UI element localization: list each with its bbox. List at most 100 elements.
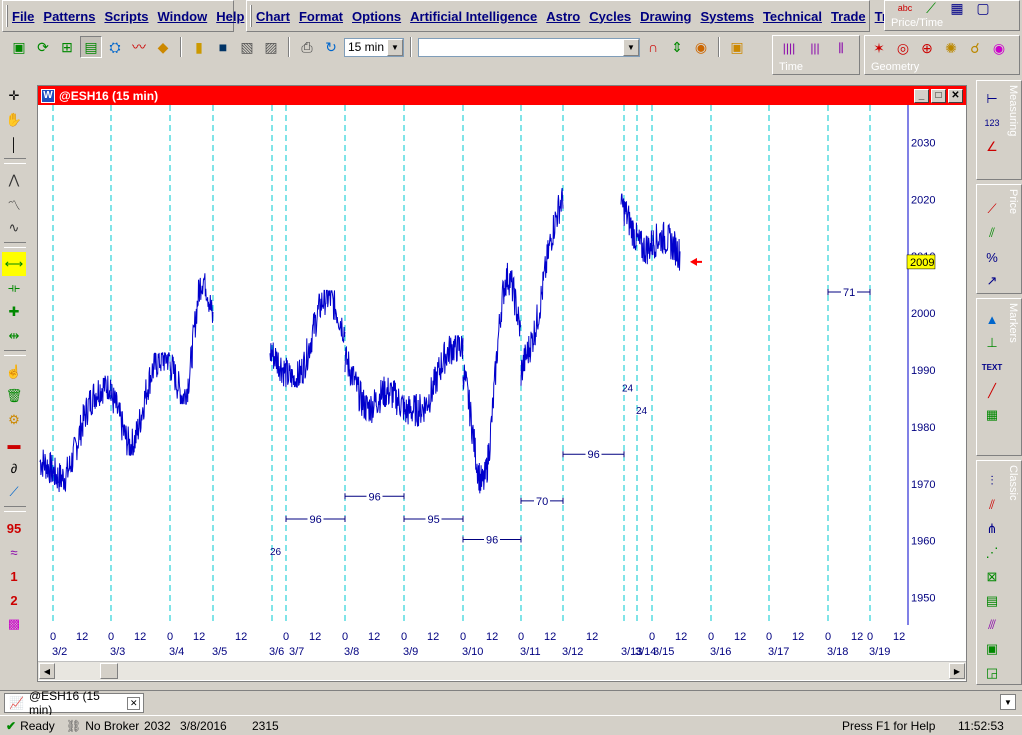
chevron-down-icon[interactable]: ▼ — [1000, 694, 1016, 710]
minimize-button[interactable]: _ — [914, 88, 929, 103]
magnet-icon[interactable]: ∩ — [642, 36, 664, 58]
menu-chart[interactable]: Chart — [256, 9, 290, 24]
price-time-ratio-icon[interactable]: ⟋ — [921, 0, 941, 18]
parallel-lines-icon[interactable]: ⫻ — [981, 615, 1003, 635]
ellipse-icon[interactable]: ⊕ — [917, 38, 937, 58]
grid-box-icon[interactable]: ⊠ — [981, 567, 1003, 587]
price-chart[interactable]: 2030202020102000199019801970196019502009… — [38, 105, 966, 661]
line-marker-icon[interactable]: ╱ — [981, 381, 1003, 401]
pattern-icon[interactable]: ◆ — [152, 36, 174, 58]
price-up-icon[interactable]: ⟋ — [981, 199, 1003, 219]
spiral-icon[interactable]: ☌ — [965, 38, 985, 58]
maximize-button[interactable]: □ — [931, 88, 946, 103]
templates-icon[interactable]: ⛭ — [104, 36, 126, 58]
swing-icon[interactable]: ⋀ — [2, 168, 26, 192]
curve-icon[interactable]: ∿ — [2, 216, 26, 240]
circle-target-icon[interactable]: ◎ — [893, 38, 913, 58]
add-chart-icon[interactable]: ⊞ — [56, 36, 78, 58]
bar-marker-icon[interactable]: ⊥ — [981, 333, 1003, 353]
chart-title-bar[interactable]: W @ESH16 (15 min) _ □ ✕ — [38, 86, 966, 105]
measure-angle-icon[interactable]: ∠ — [981, 137, 1003, 157]
save-icon[interactable]: ■ — [212, 36, 234, 58]
horizontal-scrollbar[interactable]: ◀ ▶ — [38, 661, 966, 680]
square-icon[interactable]: ▢ — [973, 0, 993, 18]
eye-icon[interactable]: ◉ — [690, 36, 712, 58]
menu-systems[interactable]: Systems — [700, 9, 753, 24]
square-nested-icon[interactable]: ▣ — [981, 639, 1003, 659]
pointer-hand-icon[interactable]: ☝ — [2, 360, 26, 384]
save-all-icon[interactable]: ▧ — [236, 36, 258, 58]
export-icon[interactable]: ▨ — [260, 36, 282, 58]
menu-window[interactable]: Window — [158, 9, 208, 24]
menu-file[interactable]: File — [12, 9, 34, 24]
menu-trade[interactable]: Trade — [831, 9, 866, 24]
symbol-select[interactable]: ▼ — [418, 37, 640, 57]
range-icon[interactable]: ⟷ — [2, 252, 26, 276]
menu-scripts[interactable]: Scripts — [104, 9, 148, 24]
time-fib-icon[interactable]: ||| — [805, 38, 825, 58]
pitchfork-icon[interactable]: ⋔ — [981, 519, 1003, 539]
measure-price-icon[interactable]: ⊢ — [981, 89, 1003, 109]
chart-icon[interactable]: ▩ — [2, 612, 26, 636]
scroll-right-icon[interactable]: ▶ — [949, 663, 965, 679]
trash-icon[interactable]: 🗑 — [2, 384, 26, 408]
spiral-box-icon[interactable]: ◲ — [981, 663, 1003, 683]
price-projection-icon[interactable]: ↗ — [981, 271, 1003, 291]
abc-wave-icon[interactable]: abc — [895, 0, 915, 18]
gann-box-icon[interactable]: ▤ — [981, 591, 1003, 611]
wheel-icon[interactable]: ✺ — [941, 38, 961, 58]
menu-format[interactable]: Format — [299, 9, 343, 24]
hand-icon[interactable]: ✋ — [2, 108, 26, 132]
text-marker-icon[interactable]: TEXT — [981, 357, 1003, 377]
chevron-down-icon[interactable]: ▼ — [623, 38, 639, 56]
document-tab[interactable]: 📈 @ESH16 (15 min) ✕ — [4, 689, 144, 717]
menu-options[interactable]: Options — [352, 9, 401, 24]
gann-fan-icon[interactable]: ✶ — [869, 38, 889, 58]
scroll-thumb[interactable] — [100, 663, 118, 679]
menu-patterns[interactable]: Patterns — [43, 9, 95, 24]
wave-icon[interactable]: ≈ — [2, 540, 26, 564]
chart-data-icon[interactable]: ▤ — [80, 36, 102, 58]
undo-icon[interactable]: ↻ — [320, 36, 342, 58]
toolbar-grip[interactable] — [250, 5, 252, 27]
price-band-icon[interactable]: ⫽ — [981, 223, 1003, 243]
time-cycles-icon[interactable]: |||| — [779, 38, 799, 58]
andrews-fork-icon[interactable]: ⫶ — [981, 471, 1003, 491]
refresh-icon[interactable]: ⟳ — [32, 36, 54, 58]
expand-icon[interactable]: ⇹ — [2, 324, 26, 348]
indicator-icon[interactable]: 〰 — [128, 36, 150, 58]
time-zones-icon[interactable]: ⫼ — [831, 38, 851, 58]
concentric-circles-icon[interactable]: ◉ — [989, 38, 1009, 58]
new-chart-icon[interactable]: ▣ — [8, 36, 30, 58]
box-marker-icon[interactable]: ▦ — [981, 405, 1003, 425]
tools-icon[interactable]: ⚙ — [2, 408, 26, 432]
channel-icon[interactable]: ⫽ — [981, 495, 1003, 515]
fan-icon[interactable]: ⋰ — [981, 543, 1003, 563]
menu-help[interactable]: Help — [216, 9, 244, 24]
lasso-icon[interactable]: ∂ — [2, 456, 26, 480]
arrow-marker-icon[interactable]: ▲ — [981, 309, 1003, 329]
grid-icon[interactable]: ▦ — [947, 0, 967, 18]
fib-2-button[interactable]: 2 — [2, 588, 26, 612]
marker-icon[interactable]: ✚ — [2, 300, 26, 324]
percent-icon[interactable]: % — [981, 247, 1003, 267]
menu-cycles[interactable]: Cycles — [589, 9, 631, 24]
menu-artificial-intelligence[interactable]: Artificial Intelligence — [410, 9, 537, 24]
print-icon[interactable]: ⎙ — [296, 36, 318, 58]
fib-95-button[interactable]: 95 — [2, 516, 26, 540]
scroll-left-icon[interactable]: ◀ — [39, 663, 55, 679]
measure-bars-icon[interactable]: 123 — [981, 113, 1003, 133]
ruler-icon[interactable]: ⟋ — [2, 480, 26, 504]
vertical-line-icon[interactable]: │ — [2, 132, 26, 156]
toolbar-grip[interactable] — [6, 5, 8, 27]
truck-icon[interactable]: ▬ — [2, 432, 26, 456]
layout-icon[interactable]: ▣ — [726, 36, 748, 58]
up-down-arrow-icon[interactable]: ⇕ — [666, 36, 688, 58]
close-button[interactable]: ✕ — [948, 88, 963, 103]
menu-technical[interactable]: Technical — [763, 9, 822, 24]
crosshair-icon[interactable]: ✛ — [2, 84, 26, 108]
zigzag-icon[interactable]: 〽 — [2, 192, 26, 216]
open-folder-icon[interactable]: ▮ — [188, 36, 210, 58]
menu-astro[interactable]: Astro — [546, 9, 580, 24]
split-icon[interactable]: ⟛ — [2, 276, 26, 300]
